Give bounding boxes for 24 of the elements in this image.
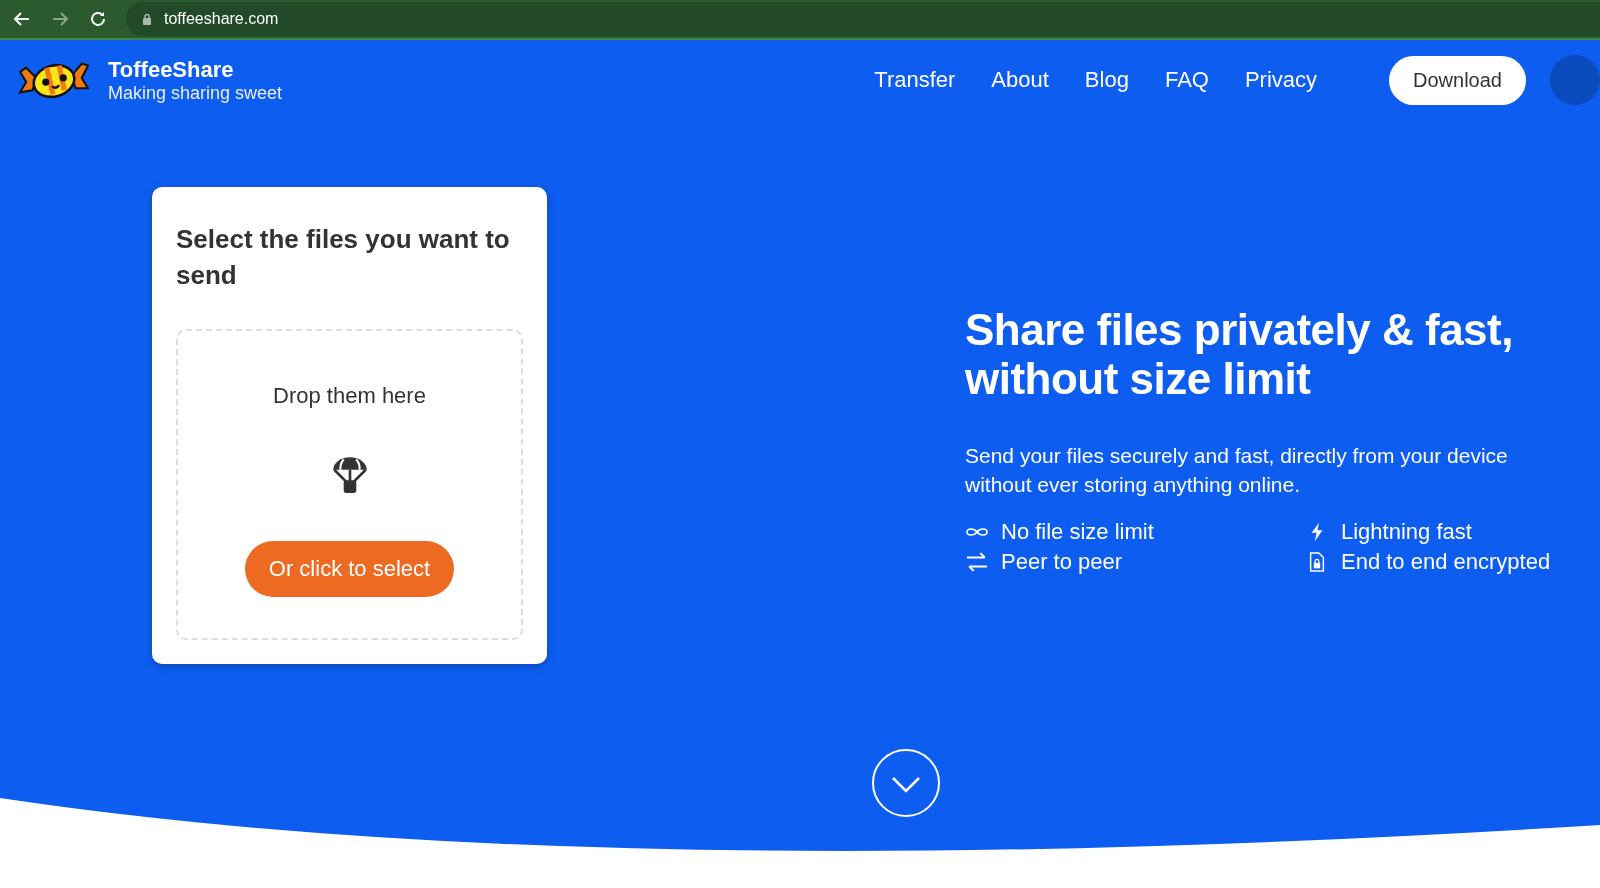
nav-link[interactable]: About [991, 67, 1049, 93]
swap-arrows-icon [965, 552, 989, 572]
scroll-down-icon[interactable] [871, 748, 941, 818]
reload-icon[interactable] [88, 9, 108, 29]
nav-link[interactable]: Blog [1084, 67, 1129, 93]
feature-label: No file size limit [1001, 519, 1154, 545]
feature-label: End to end encrypted [1341, 549, 1551, 575]
download-button[interactable]: Download [1389, 55, 1526, 105]
nav-link[interactable]: Transfer [874, 67, 956, 93]
nav-link[interactable]: FAQ [1164, 67, 1209, 93]
drop-text: Drop them here [273, 383, 426, 409]
brand-name[interactable]: ToffeeShare [108, 56, 283, 83]
feature-label: Lightning fast [1341, 519, 1472, 545]
url-text: toffeeshare.com [164, 10, 279, 28]
address-bar[interactable]: toffeeshare.com [126, 2, 1600, 36]
lock-icon [142, 13, 152, 25]
hero-headline: Share files privately & fast, without size limit [965, 305, 1514, 403]
select-files-button[interactable]: Or click to select [244, 541, 455, 597]
feature-label: Peer to peer [1001, 549, 1123, 575]
brand-tagline: Making sharing sweet [108, 82, 283, 104]
nav-link[interactable]: Privacy [1244, 67, 1318, 93]
card-title: Select the files you want to send [176, 223, 511, 292]
hero-description: Send your files securely and fast, directly from your device without ever storing anything online. [965, 443, 1509, 498]
drop-zone[interactable]: Drop them here Or click to select [176, 329, 523, 640]
